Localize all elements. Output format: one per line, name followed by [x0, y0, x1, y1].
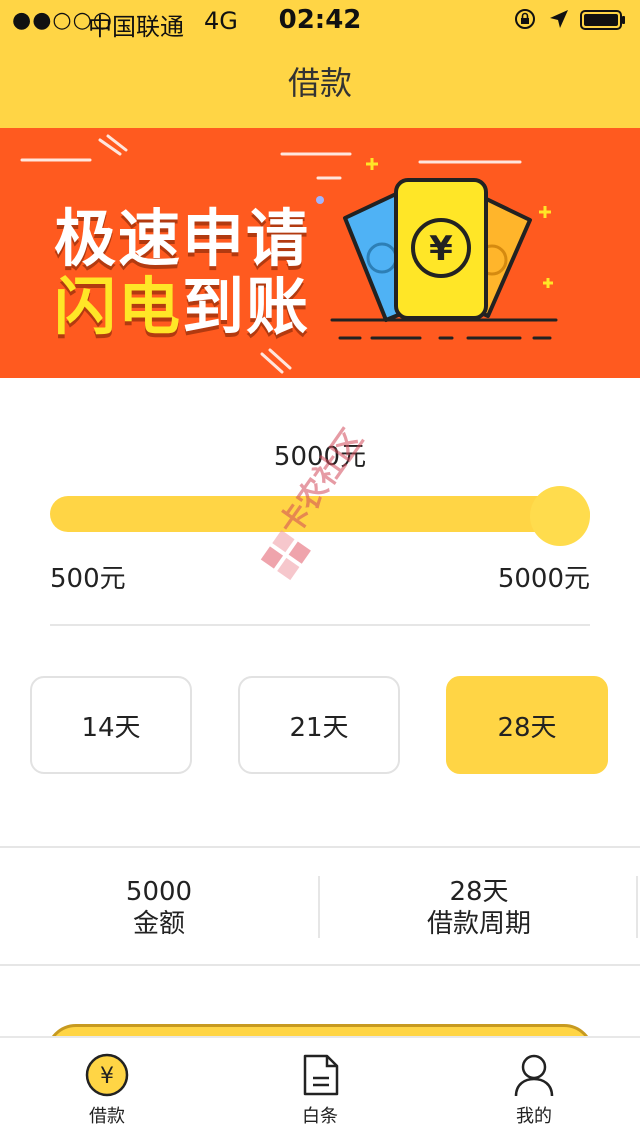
promo-banner[interactable]: ¥ 极速申请 闪电到账 — [0, 128, 640, 378]
yen-coin-icon: ¥ — [85, 1053, 129, 1097]
status-time: 02:42 — [278, 5, 362, 35]
divider — [636, 876, 638, 938]
summary-amount: 5000 金额 — [0, 876, 318, 940]
tab-baitiao[interactable]: 白条 — [260, 1052, 380, 1128]
battery-icon — [580, 10, 625, 30]
user-icon — [514, 1054, 554, 1097]
tab-mine-label: 我的 — [516, 1106, 552, 1127]
summary-amount-label: 金额 — [132, 909, 185, 939]
svg-text:¥: ¥ — [100, 1064, 114, 1089]
divider — [0, 964, 640, 966]
amount-slider-thumb[interactable] — [530, 486, 590, 546]
period-button-14[interactable]: 14天 — [30, 676, 192, 774]
page-title: 借款 — [287, 64, 352, 102]
document-icon — [303, 1054, 339, 1096]
divider — [0, 846, 640, 848]
summary-period: 28天 借款周期 — [320, 876, 638, 940]
rotation-lock-icon — [515, 9, 535, 29]
period-button-28[interactable]: 28天 — [446, 676, 608, 774]
amount-max-label: 5000元 — [497, 564, 590, 594]
banner-headline-2: 闪电到账 — [54, 256, 310, 346]
top-bar: ●●○○○ 中国联通 4G 02:42 借款 — [0, 0, 640, 128]
banner-highlight-text: 闪电 — [54, 270, 183, 343]
summary-period-label: 借款周期 — [426, 909, 531, 939]
ticket-yen-symbol: ¥ — [429, 229, 453, 269]
amount-min-label: 500元 — [50, 564, 126, 594]
location-arrow-icon — [550, 10, 568, 28]
tab-loan[interactable]: ¥ 借款 — [47, 1052, 167, 1128]
tab-loan-label: 借款 — [89, 1106, 125, 1127]
divider — [50, 624, 590, 626]
watermark: 卡农社区 — [258, 423, 370, 585]
summary-amount-value: 5000 — [125, 877, 193, 907]
status-bar: ●●○○○ 中国联通 4G 02:42 — [0, 0, 640, 41]
period-button-21[interactable]: 21天 — [238, 676, 400, 774]
bottom-tab-bar: ¥ 借款 白条 我的 — [0, 1036, 640, 1136]
tab-baitiao-label: 白条 — [302, 1106, 338, 1127]
tab-mine[interactable]: 我的 — [474, 1052, 594, 1128]
summary-period-value: 28天 — [449, 877, 509, 907]
banner-rest-text: 到账 — [182, 270, 311, 343]
